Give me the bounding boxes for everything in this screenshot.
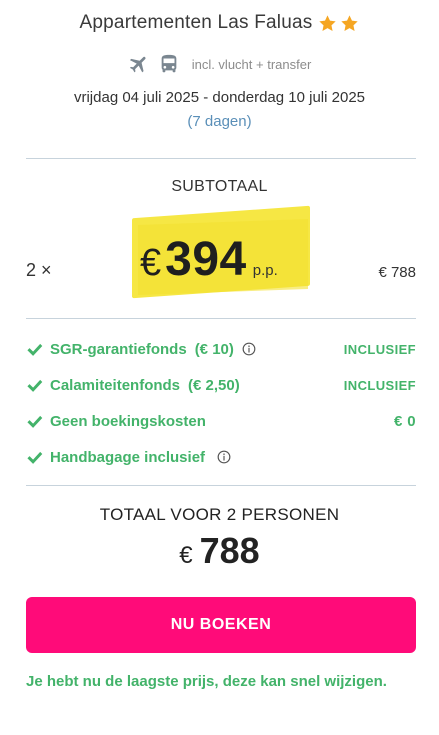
subtotal-label: SUBTOTAAL [171,178,268,195]
feature-sgr: SGR-garantiefonds (€ 10) INCLUSIEF [26,338,416,360]
price-currency: € [140,242,162,284]
divider [26,318,416,319]
feature-hand-luggage: Handbagage inclusief [26,446,416,468]
total-amount: 788 [199,530,260,571]
feature-label: Geen boekingskosten [50,412,206,430]
feature-label: SGR-garantiefonds [50,340,187,358]
divider [26,158,416,159]
price-per-person: 394 [165,233,247,286]
checkmark-icon [27,379,43,392]
feature-value: INCLUSIEF [343,377,416,393]
feature-label: Calamiteitenfonds [50,376,181,394]
travel-duration: (7 dagen) [187,113,252,130]
checkmark-icon [27,415,43,428]
star-rating [318,14,359,33]
travel-info: incl. vlucht + transfer [0,53,439,75]
quantity: 2 × [26,260,52,280]
feature-extra: (€ 10) [194,340,234,358]
bus-icon [161,54,177,73]
total-currency: € [179,542,193,569]
feature-value: € 0 [393,412,416,430]
airplane-icon [129,56,146,73]
lowest-price-notice: Je hebt nu de laagste prijs, deze kan sn… [26,673,387,690]
star-icon [341,14,359,31]
feature-extra: (€ 2,50) [188,376,240,394]
checkmark-icon [27,451,43,464]
checkmark-icon [27,343,43,356]
info-icon[interactable] [242,342,256,356]
price-per-person-block: € 394 p.p. [140,232,278,287]
total-label: TOTAAL VOOR 2 PERSONEN [99,505,340,524]
subtotal-total: € 788 [378,264,416,281]
hotel-name: Appartementen Las Faluas [79,12,313,33]
travel-dates: vrijdag 04 juli 2025 - donderdag 10 juli… [73,89,366,106]
feature-calamiteit: Calamiteitenfonds (€ 2,50) INCLUSIEF [26,374,416,396]
travel-description: incl. vlucht + transfer [191,56,312,72]
feature-booking-costs: Geen boekingskosten € 0 [26,410,416,432]
divider [26,485,416,486]
star-icon [319,14,337,31]
feature-value: INCLUSIEF [343,341,416,357]
book-now-button[interactable]: NU BOEKEN [26,597,416,653]
info-icon[interactable] [217,450,231,464]
feature-label: Handbagage inclusief [50,448,206,466]
hotel-title-row: Appartementen Las Faluas [0,12,439,34]
per-person-label: p.p. [252,262,278,279]
total-price: € 788 [0,530,439,572]
